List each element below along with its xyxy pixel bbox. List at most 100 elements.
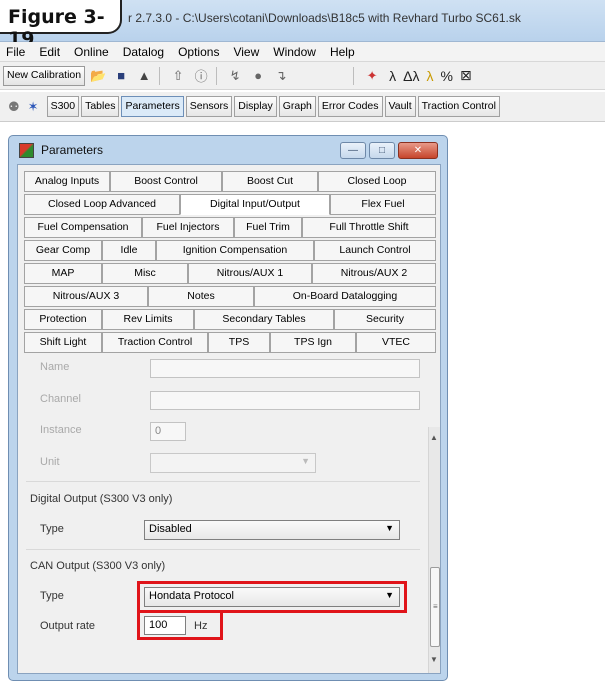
toolbar: New Calibration 📂 ■ ▲ ⇧ ⓘ ↯ ● ↴ ✦ λ Δλ λ… bbox=[0, 62, 605, 90]
category-tps-ign[interactable]: TPS Ign bbox=[270, 332, 356, 353]
category-boost-control[interactable]: Boost Control bbox=[110, 171, 222, 192]
name-label: Name bbox=[40, 361, 70, 373]
category-boost-cut[interactable]: Boost Cut bbox=[222, 171, 318, 192]
parameters-window: Parameters — □ ✕ Analog Inputs Boost Con… bbox=[8, 135, 448, 681]
category-vtec[interactable]: VTEC bbox=[356, 332, 436, 353]
upload-icon[interactable]: ▲ bbox=[134, 66, 154, 86]
category-analog-inputs[interactable]: Analog Inputs bbox=[24, 171, 110, 192]
tab-parameters[interactable]: Parameters bbox=[121, 96, 184, 117]
open-folder-icon[interactable]: 📂 bbox=[88, 66, 108, 86]
toolbar-separator bbox=[216, 66, 218, 85]
category-map[interactable]: MAP bbox=[24, 263, 102, 284]
new-calibration-button[interactable]: New Calibration bbox=[3, 65, 86, 86]
up-arrow-icon[interactable]: ⇧ bbox=[168, 66, 188, 86]
menu-online[interactable]: Online bbox=[74, 45, 109, 59]
section-divider bbox=[26, 549, 420, 550]
category-row: Shift Light Traction Control TPS TPS Ign… bbox=[24, 332, 436, 354]
category-ignition-compensation[interactable]: Ignition Compensation bbox=[156, 240, 314, 261]
digital-output-type-select[interactable]: Disabled ▼ bbox=[144, 520, 400, 540]
category-rev-limits[interactable]: Rev Limits bbox=[102, 309, 194, 330]
scroll-up-arrow-icon[interactable]: ▲ bbox=[430, 433, 438, 442]
highlight-output-rate bbox=[137, 610, 223, 640]
category-misc[interactable]: Misc bbox=[102, 263, 188, 284]
bluetooth-icon[interactable]: ✶ bbox=[28, 99, 39, 115]
category-on-board-datalogging[interactable]: On-Board Datalogging bbox=[254, 286, 436, 307]
app-icon bbox=[19, 143, 34, 158]
menu-help[interactable]: Help bbox=[330, 45, 355, 59]
category-closed-loop-advanced[interactable]: Closed Loop Advanced bbox=[24, 194, 180, 215]
scrollbar-thumb[interactable]: ≡ bbox=[430, 567, 440, 647]
lambda-target-icon[interactable]: λ bbox=[426, 68, 433, 84]
menu-window[interactable]: Window bbox=[273, 45, 316, 59]
chevron-down-icon: ▼ bbox=[385, 523, 394, 533]
tab-vault[interactable]: Vault bbox=[384, 96, 416, 117]
digital-output-type-value: Disabled bbox=[149, 523, 192, 535]
maximize-button[interactable]: □ bbox=[369, 142, 395, 159]
tab-display[interactable]: Display bbox=[234, 96, 277, 117]
percent-icon[interactable]: % bbox=[440, 68, 452, 84]
scroll-down-arrow-icon[interactable]: ▼ bbox=[430, 655, 438, 664]
category-flex-fuel[interactable]: Flex Fuel bbox=[330, 194, 436, 215]
tab-sensors[interactable]: Sensors bbox=[185, 96, 233, 117]
instance-field: 0 bbox=[150, 422, 186, 441]
category-nitrous-aux-1[interactable]: Nitrous/AUX 1 bbox=[188, 263, 312, 284]
category-closed-loop[interactable]: Closed Loop bbox=[318, 171, 436, 192]
lightning-icon[interactable]: ↯ bbox=[225, 66, 245, 86]
save-icon[interactable]: ■ bbox=[111, 66, 131, 86]
name-field bbox=[150, 359, 420, 378]
vertical-scrollbar[interactable]: ▲ ≡ ▼ bbox=[428, 427, 440, 673]
tab-tables[interactable]: Tables bbox=[81, 96, 120, 117]
view-tab-strip: ⚉ ✶ S300 Tables Parameters Sensors Displ… bbox=[0, 92, 605, 122]
tab-graph[interactable]: Graph bbox=[278, 96, 316, 117]
category-nitrous-aux-3[interactable]: Nitrous/AUX 3 bbox=[24, 286, 148, 307]
can-output-type-label: Type bbox=[40, 590, 64, 602]
category-row: Nitrous/AUX 3 Notes On-Board Datalogging bbox=[24, 286, 436, 308]
category-nitrous-aux-2[interactable]: Nitrous/AUX 2 bbox=[312, 263, 436, 284]
lambda-icon[interactable]: λ bbox=[389, 68, 396, 84]
record-icon[interactable]: ● bbox=[248, 66, 268, 86]
category-launch-control[interactable]: Launch Control bbox=[314, 240, 436, 261]
parameters-titlebar[interactable]: Parameters — □ ✕ bbox=[9, 136, 447, 164]
close-button[interactable]: ✕ bbox=[398, 142, 438, 159]
delta-lambda-icon[interactable]: Δλ bbox=[403, 68, 419, 84]
wand-icon[interactable]: ✦ bbox=[362, 66, 382, 86]
menu-file[interactable]: File bbox=[6, 45, 25, 59]
graph-icon[interactable]: ↴ bbox=[271, 66, 291, 86]
digital-output-heading: Digital Output (S300 V3 only) bbox=[30, 493, 173, 505]
category-fuel-injectors[interactable]: Fuel Injectors bbox=[142, 217, 234, 238]
highlight-can-type bbox=[137, 581, 407, 613]
category-digital-input-output[interactable]: Digital Input/Output bbox=[180, 194, 330, 215]
category-tps[interactable]: TPS bbox=[208, 332, 270, 353]
tab-traction-control[interactable]: Traction Control bbox=[417, 96, 500, 117]
category-full-throttle-shift[interactable]: Full Throttle Shift bbox=[302, 217, 436, 238]
menubar: File Edit Online Datalog Options View Wi… bbox=[0, 42, 605, 62]
category-shift-light[interactable]: Shift Light bbox=[24, 332, 102, 353]
category-fuel-trim[interactable]: Fuel Trim bbox=[234, 217, 302, 238]
section-divider bbox=[26, 481, 420, 482]
minimize-button[interactable]: — bbox=[340, 142, 366, 159]
figure-label: Figure 3-19 bbox=[0, 0, 122, 50]
menu-view[interactable]: View bbox=[233, 45, 259, 59]
category-row: MAP Misc Nitrous/AUX 1 Nitrous/AUX 2 bbox=[24, 263, 436, 285]
menu-datalog[interactable]: Datalog bbox=[123, 45, 164, 59]
category-gear-comp[interactable]: Gear Comp bbox=[24, 240, 102, 261]
unit-select: ▼ bbox=[150, 453, 316, 473]
tab-error-codes[interactable]: Error Codes bbox=[317, 96, 383, 117]
category-fuel-compensation[interactable]: Fuel Compensation bbox=[24, 217, 142, 238]
toolbar-separator bbox=[353, 66, 355, 85]
can-output-heading: CAN Output (S300 V3 only) bbox=[30, 560, 166, 572]
chevron-down-icon: ▼ bbox=[301, 456, 310, 466]
menu-edit[interactable]: Edit bbox=[39, 45, 60, 59]
category-traction-control[interactable]: Traction Control bbox=[102, 332, 208, 353]
info-icon[interactable]: ⓘ bbox=[191, 66, 211, 86]
category-security[interactable]: Security bbox=[334, 309, 436, 330]
tab-s300[interactable]: S300 bbox=[46, 96, 80, 117]
grip-icon: ≡ bbox=[433, 602, 438, 611]
category-secondary-tables[interactable]: Secondary Tables bbox=[194, 309, 334, 330]
category-notes[interactable]: Notes bbox=[148, 286, 254, 307]
menu-options[interactable]: Options bbox=[178, 45, 219, 59]
category-idle[interactable]: Idle bbox=[102, 240, 156, 261]
parameters-body: Analog Inputs Boost Control Boost Cut Cl… bbox=[17, 164, 441, 674]
category-protection[interactable]: Protection bbox=[24, 309, 102, 330]
table-icon[interactable]: ⊠ bbox=[460, 67, 472, 84]
